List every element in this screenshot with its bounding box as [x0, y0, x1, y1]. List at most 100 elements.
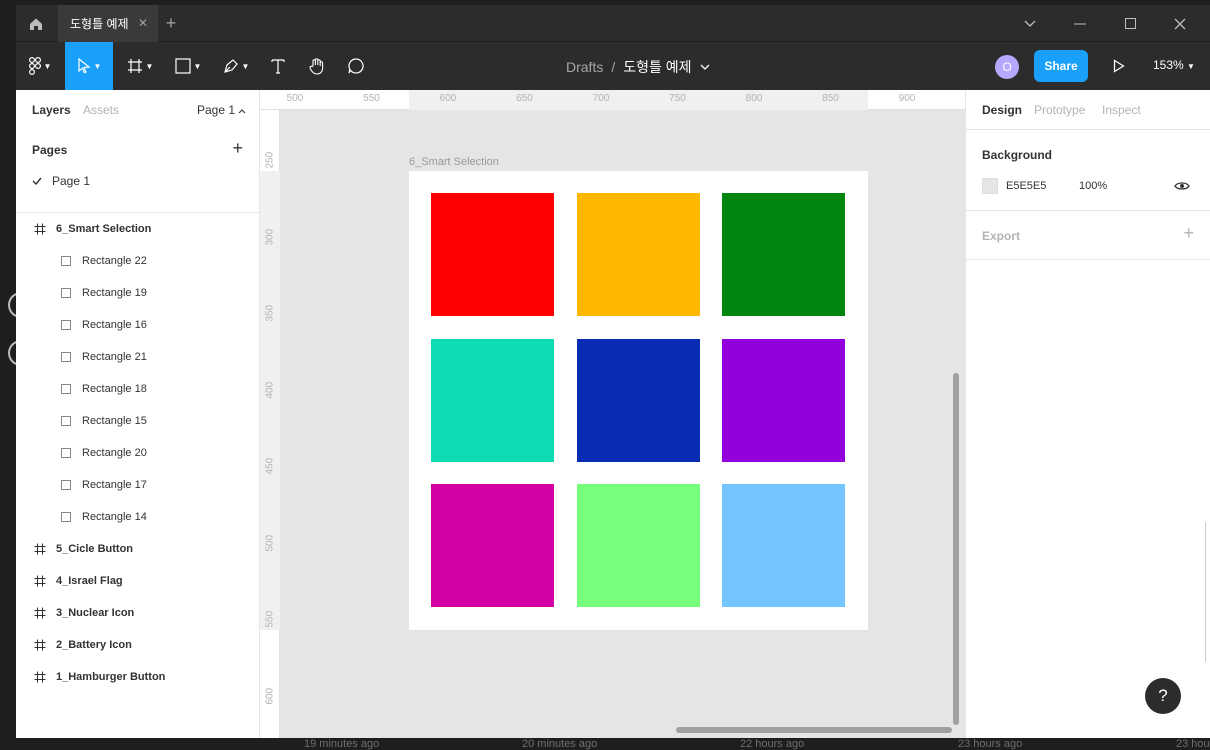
close-tab-icon[interactable]: ✕ [138, 16, 148, 30]
chevron-down-icon[interactable] [700, 64, 710, 70]
layer-rectangle-item[interactable]: Rectangle 22 [16, 245, 259, 277]
ruler-tick-label: 500 [264, 534, 276, 551]
frame-icon [127, 59, 142, 73]
toolbar: ▼ ▼ ▼ ▼ ▼ Drafts / 도형틀 예제 O Share 153% ▼ [16, 42, 1210, 90]
ruler-tick-label: 800 [745, 93, 763, 104]
horizontal-scrollbar[interactable] [676, 727, 952, 733]
maximize-icon[interactable] [1106, 5, 1154, 42]
home-button[interactable] [16, 5, 56, 42]
frame-label[interactable]: 6_Smart Selection [409, 156, 499, 168]
smart-selection-frame[interactable] [409, 171, 868, 630]
add-page-icon[interactable]: + [232, 138, 243, 159]
ruler-tick-label: 550 [264, 610, 276, 628]
move-tool-button[interactable]: ▼ [65, 42, 113, 90]
layer-frame-item[interactable]: 1_Hamburger Button [16, 661, 259, 693]
text-tool-button[interactable] [262, 42, 294, 90]
rectangle-shape[interactable] [576, 193, 700, 316]
ruler-tick-label: 850 [822, 93, 839, 104]
background-title: Background [982, 148, 1053, 162]
ruler-selection-band [409, 90, 868, 110]
layer-frame-item[interactable]: 2_Battery Icon [16, 629, 259, 661]
layer-rectangle-item[interactable]: Rectangle 16 [16, 309, 259, 341]
canvas[interactable]: 500 550 600 650 700 750 800 850 900 250 300 350 400… [260, 90, 965, 738]
frame-icon [32, 573, 48, 589]
help-button[interactable]: ? [1145, 678, 1181, 714]
home-icon [30, 18, 42, 30]
rectangle-shape[interactable] [722, 484, 845, 607]
hand-icon [309, 58, 324, 75]
main-menu-button[interactable]: ▼ [16, 42, 64, 90]
frame-tool-button[interactable]: ▼ [118, 42, 162, 90]
page-item[interactable]: Page 1 [32, 174, 90, 188]
layer-label: Rectangle 21 [82, 351, 147, 363]
layer-rectangle-item[interactable]: Rectangle 18 [16, 373, 259, 405]
rectangle-shape[interactable] [576, 338, 700, 462]
layers-list: 6_Smart Selection Rectangle 22 Rectangle 1… [16, 213, 259, 693]
vertical-scrollbar[interactable] [953, 373, 959, 725]
text-icon [271, 59, 285, 74]
tab-layers[interactable]: Layers [32, 103, 71, 117]
pen-tool-button[interactable]: ▼ [214, 42, 258, 90]
shape-tool-button[interactable]: ▼ [166, 42, 210, 90]
background-opacity-input[interactable]: 100% [1079, 180, 1107, 192]
layer-frame-item[interactable]: 6_Smart Selection [16, 213, 259, 245]
rectangle-shape[interactable] [431, 484, 554, 607]
tab-inspect[interactable]: Inspect [1102, 103, 1141, 117]
layer-frame-item[interactable]: 3_Nuclear Icon [16, 597, 259, 629]
layer-rectangle-item[interactable]: Rectangle 21 [16, 341, 259, 373]
new-tab-icon[interactable]: + [161, 13, 181, 34]
background-hex-input[interactable]: E5E5E5 [1006, 180, 1046, 192]
ruler-tick-label: 450 [264, 457, 276, 475]
share-button[interactable]: Share [1034, 50, 1088, 82]
hand-tool-button[interactable] [301, 42, 333, 90]
file-tab-label: 도형틀 예제 [70, 17, 129, 31]
minimize-icon[interactable] [1056, 5, 1104, 42]
ruler-tick-label: 700 [592, 93, 610, 104]
layer-frame-item[interactable]: 4_Israel Flag [16, 565, 259, 597]
layer-rectangle-item[interactable]: Rectangle 17 [16, 469, 259, 501]
ruler-tick-label: 650 [516, 93, 533, 104]
avatar[interactable]: O [995, 55, 1019, 79]
layer-frame-item[interactable]: 5_Cicle Button [16, 533, 259, 565]
rectangle-icon [58, 381, 74, 397]
breadcrumb-folder[interactable]: Drafts [566, 59, 603, 75]
rectangle-icon [58, 285, 74, 301]
add-export-icon[interactable]: + [1183, 223, 1194, 244]
frame-icon [32, 541, 48, 557]
page-selector[interactable]: Page 1 [197, 103, 246, 117]
desktop-timestamp: 19 minutes ago [304, 738, 380, 750]
desktop-timestamp: 22 hours ago [740, 738, 805, 750]
frame-icon [32, 221, 48, 237]
frame-icon [32, 637, 48, 653]
layer-rectangle-item[interactable]: Rectangle 15 [16, 405, 259, 437]
layer-label: 6_Smart Selection [56, 223, 152, 235]
present-button[interactable] [1109, 55, 1129, 77]
eye-icon[interactable] [1173, 177, 1191, 195]
figma-logo-icon [28, 57, 41, 75]
zoom-dropdown[interactable]: 153% ▼ [1153, 58, 1195, 72]
chevron-down-icon: ▼ [193, 61, 202, 71]
tab-assets[interactable]: Assets [83, 103, 119, 117]
ruler-tick-label: 300 [264, 228, 276, 245]
rectangle-shape[interactable] [722, 338, 845, 462]
file-tab[interactable]: 도형틀 예제 ✕ [58, 5, 158, 42]
breadcrumb-separator: / [611, 59, 616, 75]
layer-label: Rectangle 18 [82, 383, 147, 395]
comment-tool-button[interactable] [340, 42, 372, 90]
rectangle-shape[interactable] [431, 193, 554, 316]
rectangle-icon [58, 477, 74, 493]
tab-prototype[interactable]: Prototype [1034, 103, 1085, 117]
layer-rectangle-item[interactable]: Rectangle 14 [16, 501, 259, 533]
rectangle-shape[interactable] [431, 338, 554, 462]
chevron-down-icon[interactable] [1006, 5, 1054, 42]
chevron-up-icon [239, 109, 246, 114]
rectangle-shape[interactable] [576, 484, 700, 607]
file-name[interactable]: 도형틀 예제 [623, 57, 691, 77]
figma-window: 도형틀 예제 ✕ + ▼ ▼ ▼ ▼ ▼ Drafts / 도형틀 예제 O S… [16, 5, 1210, 738]
rectangle-shape[interactable] [722, 193, 845, 316]
layer-rectangle-item[interactable]: Rectangle 19 [16, 277, 259, 309]
window-close-icon[interactable] [1156, 5, 1204, 42]
layer-rectangle-item[interactable]: Rectangle 20 [16, 437, 259, 469]
background-swatch[interactable] [982, 178, 998, 194]
tab-design[interactable]: Design [982, 103, 1022, 117]
